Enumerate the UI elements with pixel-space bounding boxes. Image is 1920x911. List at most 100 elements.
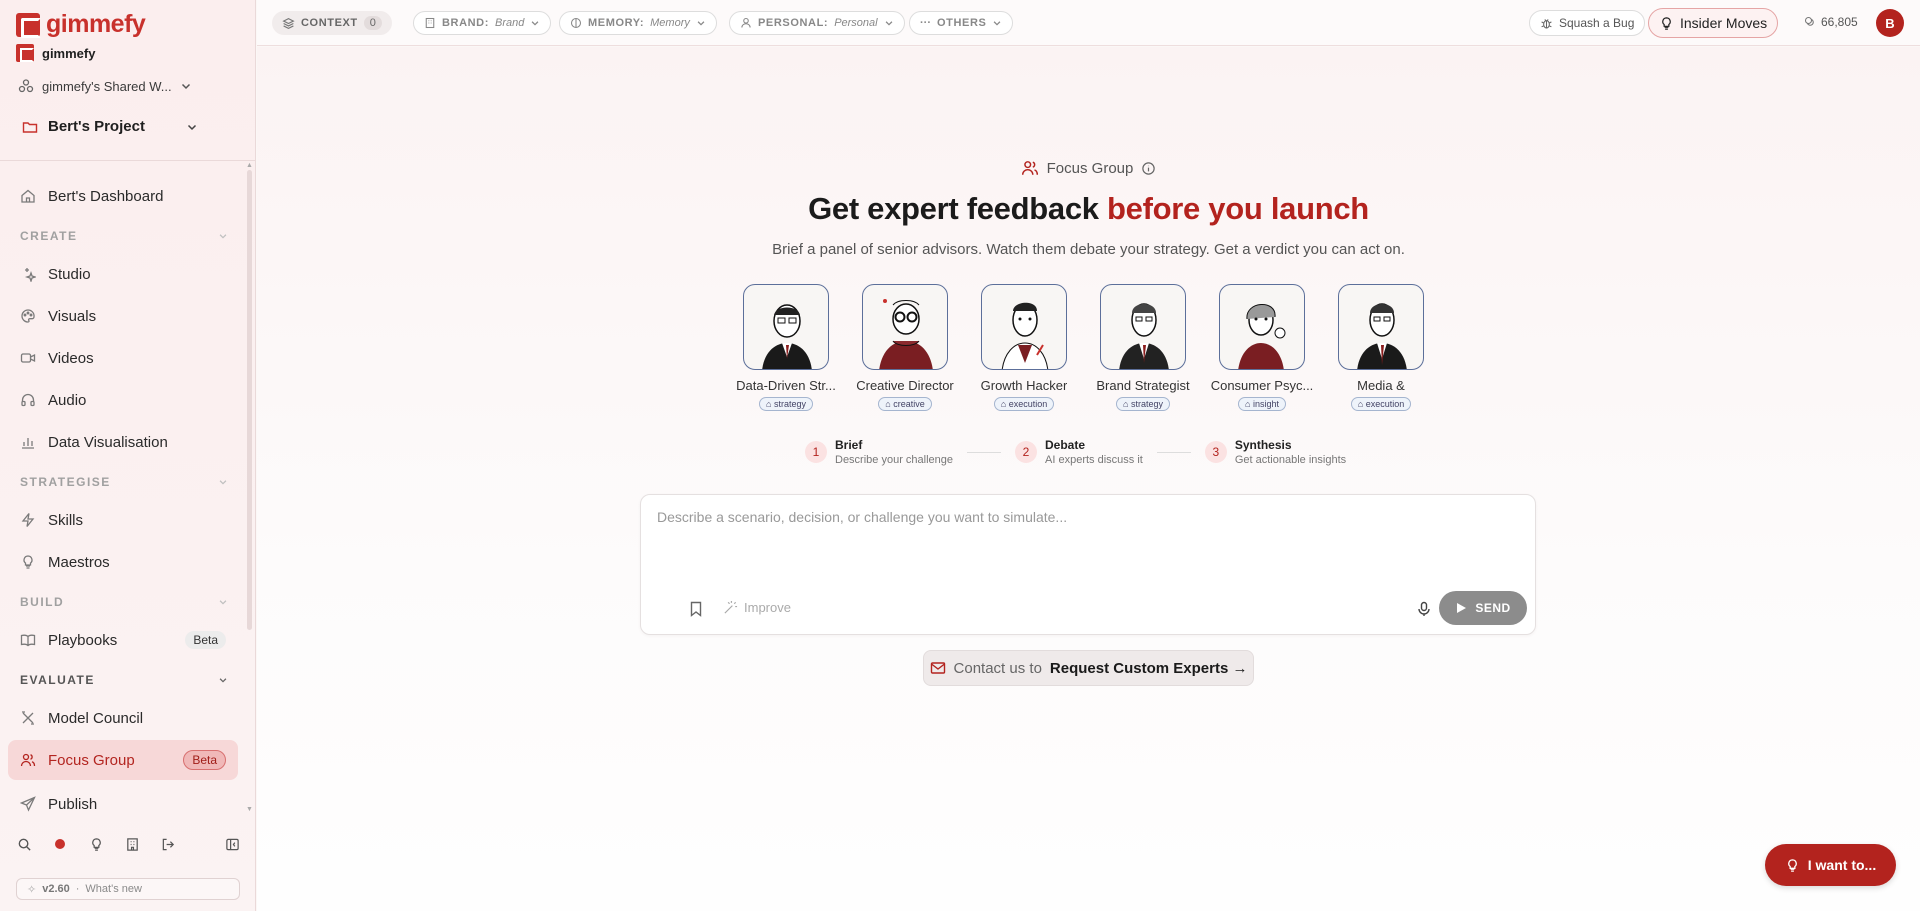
section-label: CREATE: [20, 229, 78, 243]
sidebar-scrollbar[interactable]: [247, 170, 252, 630]
expert-card[interactable]: Creative Director ⌂ creative: [851, 284, 959, 411]
project-selector[interactable]: Bert's Project: [22, 118, 198, 135]
section-build[interactable]: BUILD: [8, 584, 238, 620]
section-evaluate[interactable]: EVALUATE: [8, 662, 238, 698]
lightbulb-icon[interactable]: [88, 836, 104, 852]
lightning-icon: [20, 512, 36, 528]
building-icon: [424, 17, 436, 29]
personal-filter[interactable]: PERSONAL: Personal: [729, 11, 905, 35]
chevron-down-icon: [218, 477, 228, 487]
send-label: SEND: [1475, 601, 1511, 615]
sidebar-item-dashboard[interactable]: Bert's Dashboard: [8, 176, 238, 216]
step-number: 1: [805, 441, 827, 463]
step-synthesis: 3 Synthesis Get actionable insights: [1204, 438, 1346, 466]
sidebar-item-label: Videos: [48, 349, 94, 367]
step-title: Brief: [835, 438, 863, 452]
chevron-down-icon: [180, 80, 192, 92]
whats-new-label: What's new: [85, 883, 142, 895]
sidebar-item-publish[interactable]: Publish: [8, 784, 238, 824]
expert-card[interactable]: Media & ⌂ execution: [1327, 284, 1435, 411]
section-label: BUILD: [20, 595, 65, 609]
bookmark-icon[interactable]: [689, 601, 703, 617]
users-icon: [1021, 159, 1039, 177]
building-icon[interactable]: [124, 836, 140, 852]
headline-accent: before you launch: [1107, 191, 1369, 226]
expert-portrait: [1100, 284, 1186, 370]
sidebar-item-skills[interactable]: Skills: [8, 500, 238, 540]
lightbulb-icon: [1785, 858, 1800, 873]
palette-icon: [20, 308, 36, 324]
sidebar-item-audio[interactable]: Audio: [8, 380, 238, 420]
memory-label: MEMORY:: [588, 17, 645, 29]
org-name: gimmefy: [42, 45, 96, 61]
avatar[interactable]: B: [1876, 9, 1904, 37]
sidebar-item-data-visualisation[interactable]: Data Visualisation: [8, 422, 238, 462]
mail-icon: [930, 661, 946, 675]
request-custom-experts-button[interactable]: Contact us to Request Custom Experts →: [923, 650, 1254, 686]
workspace-selector[interactable]: gimmefy's Shared W...: [18, 78, 192, 94]
scenario-input[interactable]: [657, 509, 1517, 569]
sidebar-item-label: Visuals: [48, 307, 97, 325]
expert-card[interactable]: Growth Hacker ⌂ execution: [970, 284, 1078, 411]
sidebar: gimmefy gimmefy gimmefy's Shared W... Be…: [0, 0, 256, 911]
version-whats-new[interactable]: ✧ v2.60 · What's new: [16, 878, 240, 900]
collapse-sidebar-icon[interactable]: [224, 836, 240, 852]
record-icon[interactable]: [52, 836, 68, 852]
sidebar-item-maestros[interactable]: Maestros: [8, 542, 238, 582]
others-filter[interactable]: ··· OTHERS: [909, 11, 1014, 35]
expert-card[interactable]: Brand Strategist ⌂ strategy: [1089, 284, 1197, 411]
brain-icon: [570, 17, 582, 29]
scroll-up-arrow-icon[interactable]: ▲: [246, 162, 253, 169]
sidebar-item-label: Playbooks: [48, 631, 118, 649]
step-brief: 1 Brief Describe your challenge: [805, 438, 953, 466]
section-create[interactable]: CREATE: [8, 218, 238, 254]
sidebar-item-studio[interactable]: Studio: [8, 254, 238, 294]
insider-moves-button[interactable]: Insider Moves: [1648, 8, 1779, 38]
beta-badge: Beta: [183, 750, 226, 770]
sidebar-item-label: Skills: [48, 511, 84, 529]
context-pill[interactable]: CONTEXT 0: [272, 11, 393, 35]
org-switcher[interactable]: gimmefy: [16, 44, 95, 62]
info-icon[interactable]: [1141, 161, 1156, 176]
credits-display[interactable]: 66,805: [1804, 15, 1858, 29]
app-logo[interactable]: gimmefy: [16, 10, 146, 39]
expert-portrait: [743, 284, 829, 370]
sidebar-item-model-council[interactable]: Model Council: [8, 698, 238, 738]
brand-value: Brand: [494, 17, 525, 29]
logout-icon[interactable]: [160, 836, 176, 852]
expert-tag: ⌂ strategy: [1116, 397, 1170, 411]
expert-card[interactable]: Consumer Psyc... ⌂ insight: [1208, 284, 1316, 411]
brand-filter[interactable]: BRAND: Brand: [413, 11, 552, 35]
improve-button[interactable]: Improve: [723, 600, 791, 615]
expert-name: Brand Strategist: [1096, 378, 1190, 393]
chevron-down-icon: [218, 675, 228, 685]
send-button[interactable]: SEND: [1439, 591, 1527, 625]
scroll-down-arrow-icon[interactable]: ▼: [246, 806, 253, 813]
contact-action: Request Custom Experts →: [1049, 659, 1248, 677]
sidebar-item-label: Studio: [48, 265, 91, 283]
expert-card[interactable]: Data-Driven Str... ⌂ strategy: [732, 284, 840, 411]
sidebar-item-label: Focus Group: [48, 751, 135, 769]
section-strategise[interactable]: STRATEGISE: [8, 464, 238, 500]
context-label: CONTEXT: [301, 17, 358, 29]
sidebar-item-visuals[interactable]: Visuals: [8, 296, 238, 336]
sidebar-item-focus-group[interactable]: Focus Group Beta: [8, 740, 238, 780]
coins-icon: [1804, 16, 1816, 28]
sidebar-item-videos[interactable]: Videos: [8, 338, 238, 378]
memory-filter[interactable]: MEMORY: Memory: [559, 11, 717, 35]
chevron-down-icon: [696, 18, 706, 28]
top-bar: CONTEXT 0 BRAND: Brand MEMORY: Memory PE…: [257, 0, 1920, 46]
tools-icon: [20, 710, 36, 726]
squash-bug-button[interactable]: Squash a Bug: [1529, 10, 1646, 36]
expert-tag: ⌂ insight: [1238, 397, 1286, 411]
i-want-to-button[interactable]: I want to...: [1765, 844, 1896, 886]
app-brand-name: gimmefy: [46, 10, 146, 38]
sidebar-item-playbooks[interactable]: Playbooks Beta: [8, 620, 238, 660]
step-description: AI experts discuss it: [1045, 454, 1143, 466]
sidebar-toolbar: [16, 836, 240, 852]
main-content: Focus Group Get expert feedback before y…: [257, 47, 1920, 911]
search-icon[interactable]: [16, 836, 32, 852]
microphone-icon[interactable]: [1417, 601, 1431, 617]
workspace-icon: [18, 78, 34, 94]
chevron-down-icon: [218, 597, 228, 607]
